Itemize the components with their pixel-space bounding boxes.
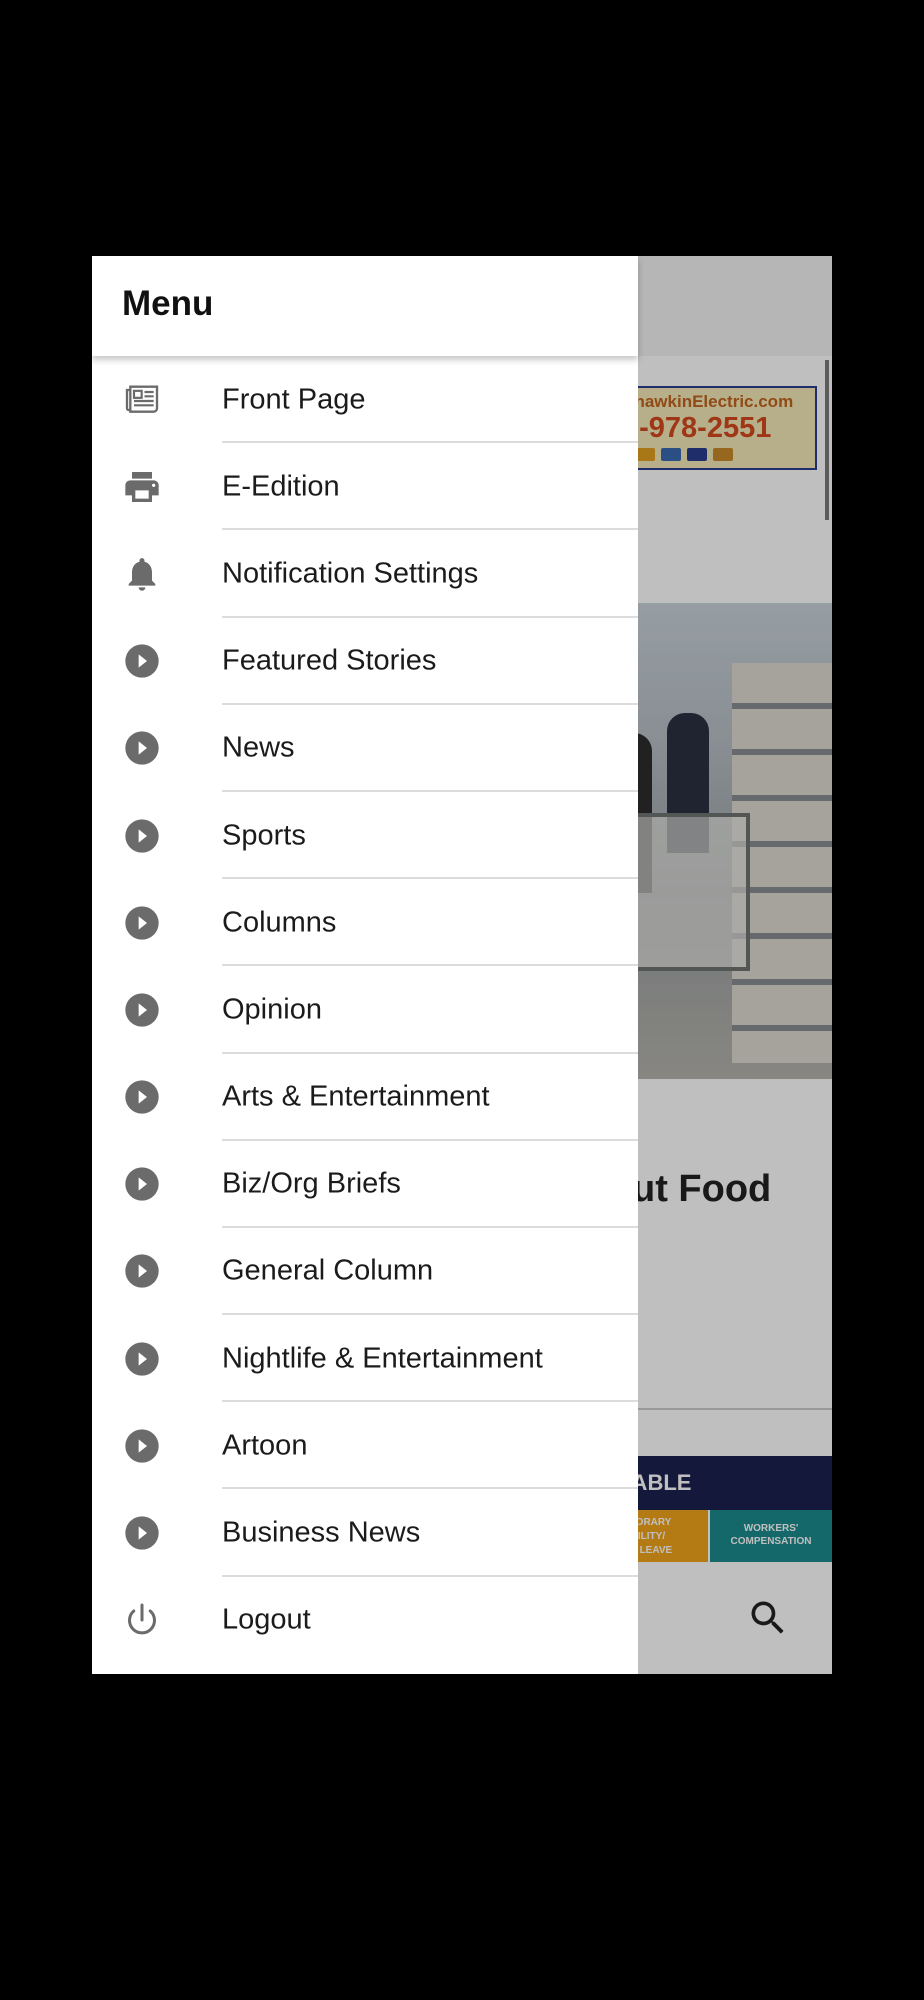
navigation-drawer: Menu Front Page E-Edition Notification Set… [92, 256, 638, 1674]
play-circle-icon [122, 728, 162, 768]
menu-item-label: Biz/Org Briefs [222, 1167, 401, 1200]
menu-item-general-column[interactable]: General Column [92, 1228, 638, 1316]
menu-item-business-news[interactable]: Business News [92, 1489, 638, 1577]
menu-item-label: Artoon [222, 1429, 308, 1462]
menu-item-label: Notification Settings [222, 557, 479, 590]
play-circle-icon [122, 903, 162, 943]
play-circle-icon [122, 1513, 162, 1553]
menu-item-logout[interactable]: Logout [92, 1577, 638, 1664]
menu-item-biz-org-briefs[interactable]: Biz/Org Briefs [92, 1141, 638, 1228]
play-circle-icon [122, 816, 162, 856]
menu-item-featured-stories[interactable]: Featured Stories [92, 618, 638, 705]
menu-item-label: Nightlife & Entertainment [222, 1342, 543, 1375]
menu-item-front-page[interactable]: Front Page [92, 356, 638, 444]
menu-item-label: Logout [222, 1603, 311, 1636]
printer-icon [122, 467, 162, 507]
play-circle-icon [122, 990, 162, 1030]
menu-item-label: E-Edition [222, 470, 340, 503]
drawer-title: Menu [122, 284, 214, 323]
play-circle-icon [122, 641, 162, 681]
menu-item-arts-entertainment[interactable]: Arts & Entertainment [92, 1054, 638, 1141]
menu-item-notification-settings[interactable]: Notification Settings [92, 530, 638, 618]
menu-item-label: Opinion [222, 993, 322, 1026]
play-circle-icon [122, 1339, 162, 1379]
menu-item-label: Business News [222, 1516, 421, 1549]
drawer-menu: Front Page E-Edition Notification Settings… [92, 356, 638, 1664]
newspaper-icon [122, 380, 162, 420]
play-circle-icon [122, 1426, 162, 1466]
bell-icon [122, 554, 162, 594]
menu-item-label: Columns [222, 906, 337, 939]
phone-screen: ahawkinElectric.com 9-978-2551 ut Food I… [92, 256, 832, 1674]
menu-item-opinion[interactable]: Opinion [92, 966, 638, 1054]
menu-item-label: Featured Stories [222, 644, 437, 677]
menu-item-label: Sports [222, 819, 306, 852]
play-circle-icon [122, 1164, 162, 1204]
drawer-header: Menu [92, 256, 638, 356]
menu-item-label: General Column [222, 1254, 434, 1287]
play-circle-icon [122, 1077, 162, 1117]
menu-item-artoon[interactable]: Artoon [92, 1402, 638, 1490]
play-circle-icon [122, 1251, 162, 1291]
power-icon [122, 1600, 162, 1640]
menu-item-columns[interactable]: Columns [92, 879, 638, 967]
menu-item-news[interactable]: News [92, 705, 638, 792]
menu-item-label: Arts & Entertainment [222, 1080, 490, 1113]
menu-item-e-edition[interactable]: E-Edition [92, 443, 638, 531]
menu-item-nightlife-entertainment[interactable]: Nightlife & Entertainment [92, 1315, 638, 1403]
menu-item-label: News [222, 731, 295, 764]
menu-item-sports[interactable]: Sports [92, 792, 638, 880]
menu-item-label: Front Page [222, 383, 366, 416]
